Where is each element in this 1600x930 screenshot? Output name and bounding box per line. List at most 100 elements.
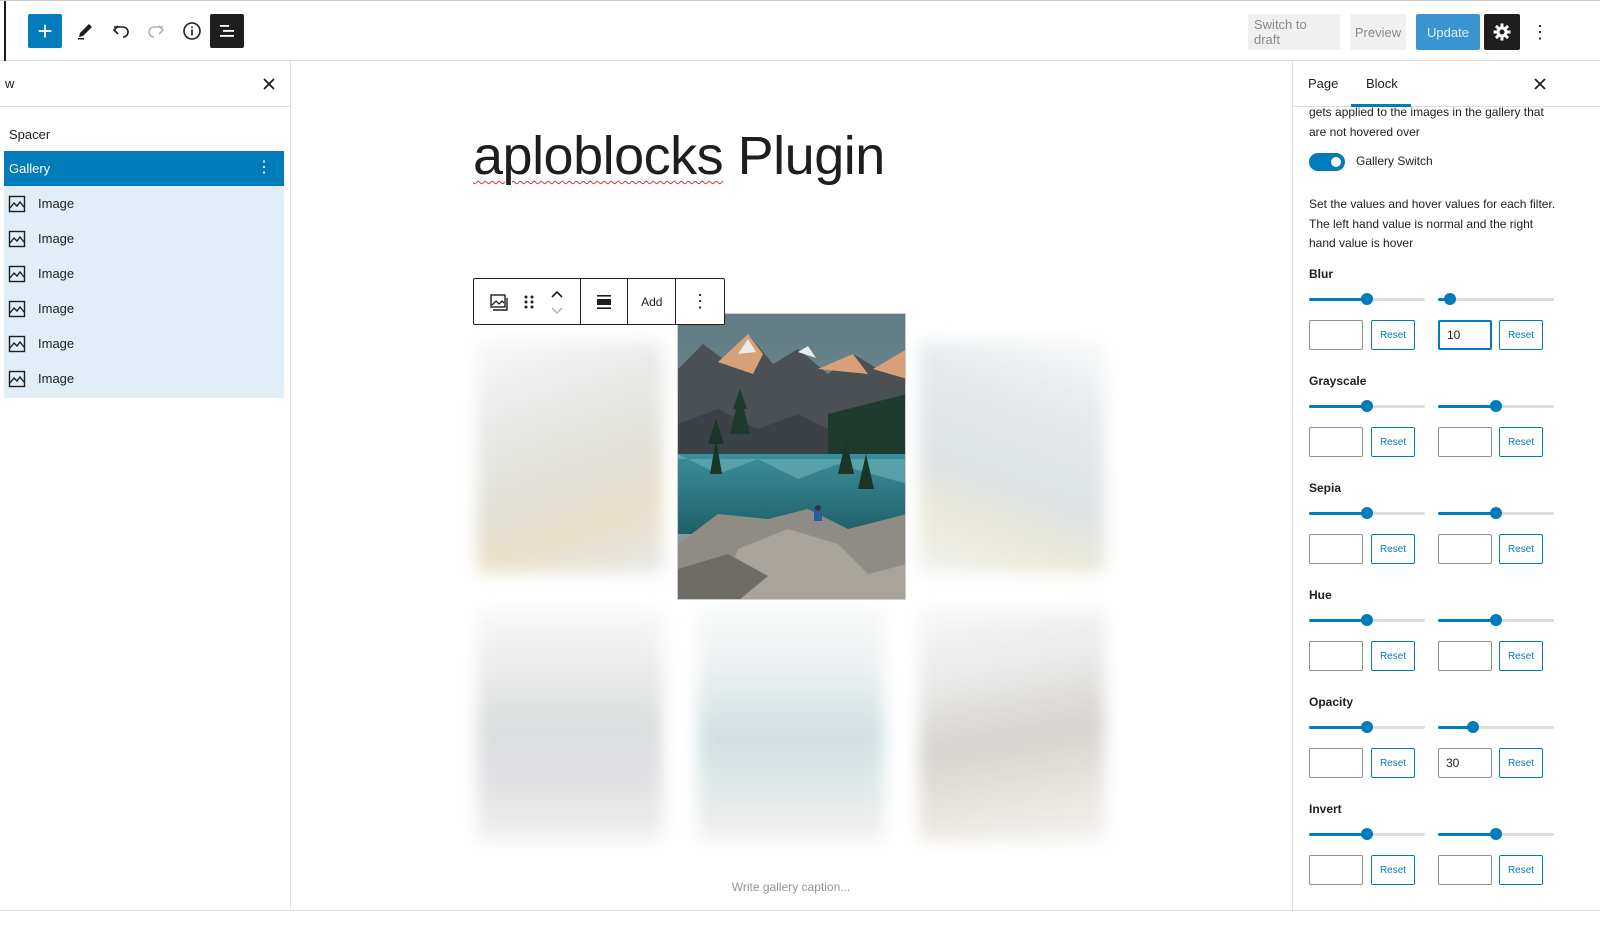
gallery-image-hovered[interactable]: [677, 313, 906, 600]
preview-button[interactable]: Preview: [1350, 14, 1406, 50]
right-value-input[interactable]: [1438, 534, 1492, 564]
list-item-image[interactable]: Image: [4, 291, 284, 326]
editor-app: + Switch to draft Preview Update ⋮ w Spa…: [0, 0, 1600, 930]
right-range-slider[interactable]: [1438, 292, 1554, 306]
left-value-input[interactable]: [1309, 534, 1363, 564]
gallery-image[interactable]: [477, 341, 663, 573]
gallery-image[interactable]: [919, 609, 1105, 841]
slider-thumb[interactable]: [1361, 721, 1373, 733]
mountain-lake-photo: [678, 314, 905, 599]
filter-label: Hue: [1309, 588, 1332, 602]
tools-button[interactable]: [68, 14, 102, 48]
close-icon[interactable]: [260, 75, 278, 93]
left-range-slider[interactable]: [1309, 827, 1425, 841]
right-value-input[interactable]: 30: [1438, 748, 1492, 778]
drag-handle-icon[interactable]: [522, 292, 536, 312]
right-range-slider[interactable]: [1438, 399, 1554, 413]
list-item-image[interactable]: Image: [4, 186, 284, 221]
list-view-title: w: [5, 76, 15, 91]
slider-thumb[interactable]: [1361, 507, 1373, 519]
left-reset-button[interactable]: Reset: [1371, 534, 1415, 564]
gallery-icon[interactable]: [489, 292, 509, 312]
list-item-image[interactable]: Image: [4, 221, 284, 256]
block-toolbar-group: [581, 279, 629, 324]
slider-thumb[interactable]: [1361, 828, 1373, 840]
left-range-slider[interactable]: [1309, 399, 1425, 413]
left-value-input[interactable]: [1309, 855, 1363, 885]
undo-button[interactable]: [104, 14, 138, 48]
top-toolbar: + Switch to draft Preview Update ⋮: [0, 0, 1600, 62]
pencil-icon: [78, 24, 92, 40]
details-button[interactable]: [175, 14, 209, 48]
right-reset-button[interactable]: Reset: [1499, 534, 1543, 564]
slider-thumb[interactable]: [1443, 293, 1456, 305]
list-view-panel: w Spacer Gallery ⋮ Image Image Image Ima…: [0, 61, 291, 911]
move-up-down-icon[interactable]: [549, 289, 565, 315]
left-reset-button[interactable]: Reset: [1371, 427, 1415, 457]
list-view-button[interactable]: [210, 14, 244, 48]
slider-thumb[interactable]: [1490, 507, 1502, 519]
left-reset-button[interactable]: Reset: [1371, 641, 1415, 671]
switch-to-draft-button[interactable]: Switch to draft: [1248, 14, 1340, 50]
settings-button[interactable]: [1484, 14, 1520, 50]
left-range-slider[interactable]: [1309, 720, 1425, 734]
tab-page[interactable]: Page: [1308, 76, 1338, 91]
list-item-image[interactable]: Image: [4, 361, 284, 396]
gallery-image[interactable]: [919, 341, 1105, 573]
right-reset-button[interactable]: Reset: [1499, 641, 1543, 671]
update-button[interactable]: Update: [1416, 14, 1480, 50]
align-icon[interactable]: [595, 293, 613, 311]
right-reset-button[interactable]: Reset: [1499, 855, 1543, 885]
left-reset-button[interactable]: Reset: [1371, 855, 1415, 885]
right-reset-button[interactable]: Reset: [1499, 427, 1543, 457]
gallery-switch-toggle[interactable]: [1309, 153, 1345, 171]
list-view-icon: [220, 25, 234, 37]
right-value-input[interactable]: 10: [1438, 320, 1492, 350]
list-item-image[interactable]: Image: [4, 256, 284, 291]
gallery-image[interactable]: [477, 609, 663, 841]
gallery-caption-input[interactable]: Write gallery caption...: [681, 880, 901, 894]
block-options-button[interactable]: ⋮: [676, 279, 724, 324]
filter-hue: Hue Reset Reset: [1309, 588, 1569, 693]
list-item-image[interactable]: Image: [4, 326, 284, 361]
add-block-button[interactable]: +: [28, 14, 62, 48]
close-icon[interactable]: [1531, 75, 1549, 93]
more-vertical-icon[interactable]: ⋮: [256, 160, 272, 176]
redo-button[interactable]: [139, 14, 173, 48]
left-value-input[interactable]: [1309, 320, 1363, 350]
left-value-input[interactable]: [1309, 748, 1363, 778]
slider-thumb[interactable]: [1466, 721, 1479, 733]
left-range-slider[interactable]: [1309, 292, 1425, 306]
left-value-input[interactable]: [1309, 427, 1363, 457]
right-value-input[interactable]: [1438, 641, 1492, 671]
slider-thumb[interactable]: [1490, 828, 1502, 840]
options-menu-button[interactable]: ⋮: [1530, 14, 1550, 50]
right-reset-button[interactable]: Reset: [1499, 320, 1543, 350]
undo-icon: [112, 25, 129, 38]
tab-block[interactable]: Block: [1366, 76, 1398, 91]
left-reset-button[interactable]: Reset: [1371, 748, 1415, 778]
list-item-label: Gallery: [9, 161, 51, 176]
left-value-input[interactable]: [1309, 641, 1363, 671]
right-value-input[interactable]: [1438, 855, 1492, 885]
add-image-button[interactable]: Add: [628, 279, 677, 324]
slider-thumb[interactable]: [1361, 614, 1373, 626]
gallery-image[interactable]: [698, 609, 884, 841]
right-range-slider[interactable]: [1438, 827, 1554, 841]
left-reset-button[interactable]: Reset: [1371, 320, 1415, 350]
right-reset-button[interactable]: Reset: [1499, 748, 1543, 778]
right-range-slider[interactable]: [1438, 506, 1554, 520]
page-title[interactable]: aploblocks Plugin: [473, 125, 885, 187]
list-item-gallery[interactable]: Gallery ⋮: [4, 151, 284, 186]
slider-thumb[interactable]: [1490, 400, 1502, 412]
left-range-slider[interactable]: [1309, 613, 1425, 627]
image-icon: [8, 300, 26, 317]
left-range-slider[interactable]: [1309, 506, 1425, 520]
list-item-spacer[interactable]: Spacer: [4, 117, 284, 152]
slider-thumb[interactable]: [1490, 614, 1502, 626]
slider-thumb[interactable]: [1361, 293, 1373, 305]
right-range-slider[interactable]: [1438, 720, 1554, 734]
right-value-input[interactable]: [1438, 427, 1492, 457]
slider-thumb[interactable]: [1361, 400, 1373, 412]
right-range-slider[interactable]: [1438, 613, 1554, 627]
